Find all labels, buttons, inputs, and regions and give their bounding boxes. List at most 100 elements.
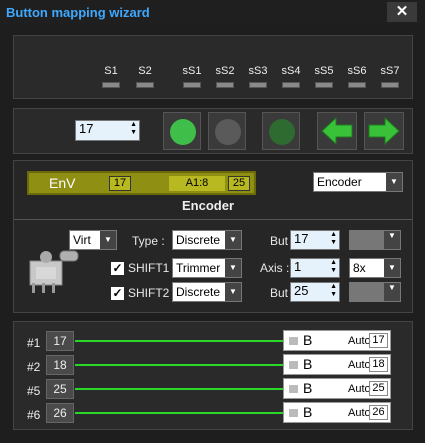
chevron-down-icon: ▼: [384, 231, 400, 249]
output-indicator: [289, 361, 298, 369]
shift1-label: SHIFT1: [128, 261, 170, 275]
mapping-number: #5: [27, 384, 41, 398]
spin-arrows-icon: ▲ ▼: [330, 283, 337, 298]
axis-spinner[interactable]: 1 ▲ ▼: [290, 258, 340, 278]
output-letter: B: [303, 404, 313, 420]
chevron-down-icon: ▼: [386, 173, 402, 191]
output-mode: Auto: [348, 359, 371, 371]
mode-select[interactable]: Encoder ▼: [313, 172, 403, 192]
mapping-output[interactable]: B Auto 26: [283, 402, 391, 423]
mode-heading: Encoder: [182, 198, 235, 213]
output-value: 17: [369, 333, 388, 348]
chevron-down-icon: ▼: [225, 283, 241, 301]
led-ss4: [282, 82, 300, 88]
spin-arrows-icon: ▲ ▼: [130, 121, 137, 136]
led-label-ss2: sS2: [215, 65, 235, 77]
mapping-connection-line: [75, 412, 283, 414]
mapping-input[interactable]: 18: [46, 355, 74, 375]
but-spinner[interactable]: 17 ▲ ▼: [290, 230, 340, 250]
but2-value: 25: [294, 283, 309, 298]
next-button[interactable]: [364, 112, 404, 150]
mapping-number: #1: [27, 336, 41, 350]
chevron-down-icon: ▼: [384, 259, 400, 277]
but2-select[interactable]: ▼: [349, 282, 401, 302]
mapping-number: #2: [27, 360, 41, 374]
toolbar-panel: 17 ▲ ▼: [13, 108, 413, 154]
axis-label: Axis :: [260, 261, 290, 275]
mapping-output[interactable]: B Auto 17: [283, 330, 391, 351]
output-letter: B: [303, 356, 313, 372]
refresh-button[interactable]: [262, 112, 300, 150]
but2-spinner[interactable]: 25 ▲ ▼: [290, 282, 340, 302]
title-bar: Button mapping wizard ✕: [0, 0, 425, 26]
paste-button[interactable]: [208, 112, 246, 150]
encoder-display: EnV 17 A1:8 25: [27, 171, 256, 195]
led-label-s2: S2: [138, 65, 152, 77]
shift1-checkbox[interactable]: ✓: [111, 262, 124, 275]
shift2-label: SHIFT2: [128, 286, 170, 300]
mapping-input[interactable]: 25: [46, 379, 74, 399]
display-name: EnV: [49, 175, 76, 191]
previous-button[interactable]: [317, 112, 357, 150]
axis-mult-select[interactable]: 8x ▼: [349, 258, 401, 278]
axis-mult-value: 8x: [353, 261, 366, 275]
but2-label: But: [270, 286, 289, 300]
chevron-down-icon: ▼: [225, 231, 241, 249]
output-value: 18: [369, 357, 388, 372]
led-s2: [136, 82, 154, 88]
shift1-value: Trimmer: [176, 261, 221, 275]
led-s1: [102, 82, 120, 88]
output-indicator: [289, 337, 298, 345]
display-button: 25: [228, 176, 250, 191]
output-letter: B: [303, 332, 313, 348]
output-indicator: [289, 385, 298, 393]
axis-value: 1: [294, 259, 302, 274]
display-axis: A1:8: [169, 176, 225, 191]
mapping-panel: #1 17 B Auto 17 #2 18 B Auto 18 #5 25 B …: [13, 321, 413, 430]
arrow-right-icon: [368, 116, 400, 146]
led-ss2: [216, 82, 234, 88]
close-button[interactable]: ✕: [387, 2, 417, 22]
led-label-s1: S1: [104, 65, 118, 77]
output-value: 25: [369, 381, 388, 396]
output-mode: Auto: [348, 407, 371, 419]
mapping-connection-line: [75, 388, 283, 390]
virt-value: Virt: [73, 233, 91, 247]
chevron-down-icon: ▼: [384, 283, 400, 301]
mapping-output[interactable]: B Auto 25: [283, 378, 391, 399]
mapping-input[interactable]: 17: [46, 331, 74, 351]
chevron-down-icon: ▼: [100, 231, 116, 249]
index-value: 17: [79, 121, 94, 136]
led-ss6: [348, 82, 366, 88]
led-ss1: [183, 82, 201, 88]
refresh-icon: [269, 119, 295, 145]
led-label-ss5: sS5: [314, 65, 334, 77]
display-index: 17: [109, 176, 131, 191]
index-spinner[interactable]: 17 ▲ ▼: [75, 120, 140, 141]
type-select[interactable]: Discrete ▼: [172, 230, 242, 250]
mapping-number: #6: [27, 408, 41, 422]
shift2-checkbox[interactable]: ✓: [111, 287, 124, 300]
shift2-select[interactable]: Discrete ▼: [172, 282, 242, 302]
virt-select[interactable]: Virt ▼: [69, 230, 117, 250]
output-indicator: [289, 409, 298, 417]
mapping-output[interactable]: B Auto 18: [283, 354, 391, 375]
divider: [14, 219, 412, 220]
mapping-connection-line: [75, 364, 283, 366]
but-select[interactable]: ▼: [349, 230, 401, 250]
led-label-ss7: sS7: [380, 65, 400, 77]
mapping-connection-line: [75, 340, 283, 342]
shift1-select[interactable]: Trimmer ▼: [172, 258, 242, 278]
copy-button[interactable]: [163, 112, 201, 150]
copy-icon: [170, 119, 196, 145]
arrow-left-icon: [321, 116, 353, 146]
but-label: But: [270, 234, 289, 248]
output-letter: B: [303, 380, 313, 396]
type-value: Discrete: [176, 233, 221, 247]
config-panel: EnV 17 A1:8 25 Encoder ▼ Encoder Virt ▼ …: [13, 160, 413, 313]
led-ss5: [315, 82, 333, 88]
chevron-down-icon: ▼: [225, 259, 241, 277]
status-led-panel: S1 S2 sS1 sS2 sS3 sS4 sS5 sS6 sS7: [13, 35, 413, 99]
output-value: 26: [369, 405, 388, 420]
mapping-input[interactable]: 26: [46, 403, 74, 423]
